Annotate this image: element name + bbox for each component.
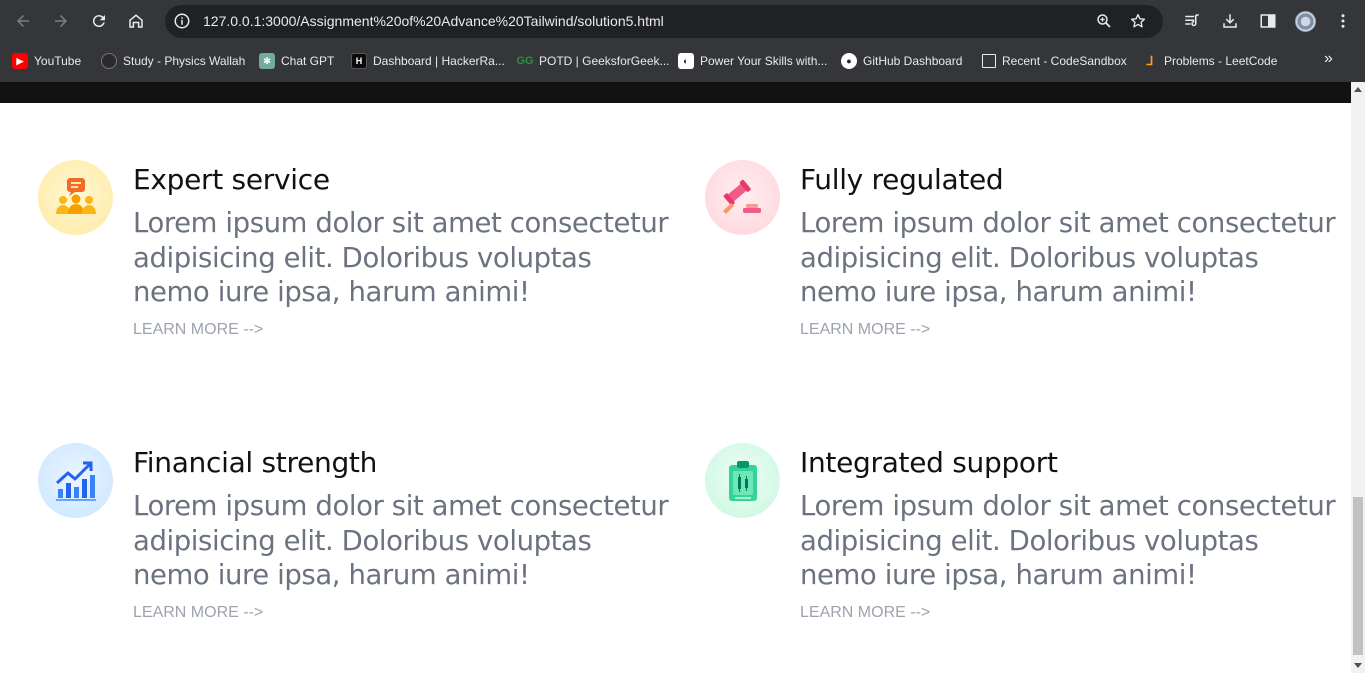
scrollbar-thumb[interactable] bbox=[1353, 497, 1363, 655]
leetcode-icon: ⅃ bbox=[1146, 54, 1154, 68]
scroll-down-arrow-icon[interactable] bbox=[1354, 663, 1362, 668]
download-icon[interactable] bbox=[1221, 12, 1239, 30]
feature-icon-circle bbox=[38, 443, 113, 518]
site-info-icon[interactable] bbox=[173, 12, 191, 30]
clipboard-candles-icon bbox=[728, 460, 757, 501]
reload-button[interactable] bbox=[87, 9, 111, 33]
back-button[interactable] bbox=[11, 9, 35, 33]
bookmark-label: Dashboard | HackerRa... bbox=[373, 54, 505, 68]
codesandbox-icon bbox=[982, 54, 996, 68]
home-button[interactable] bbox=[124, 9, 148, 33]
bookmark-label: Recent - CodeSandbox bbox=[1002, 54, 1127, 68]
feature-title: Fully regulated bbox=[800, 163, 1004, 196]
address-bar[interactable]: 127.0.0.1:3000/Assignment%20of%20Advance… bbox=[165, 5, 1163, 38]
bookmark-label: GitHub Dashboard bbox=[863, 54, 963, 68]
feature-icon-circle bbox=[38, 160, 113, 235]
physics-wallah-icon bbox=[101, 53, 117, 69]
zoom-icon[interactable] bbox=[1095, 12, 1113, 30]
url-text[interactable]: 127.0.0.1:3000/Assignment%20of%20Advance… bbox=[203, 13, 664, 29]
skills-icon: ◐ bbox=[678, 53, 694, 69]
chatgpt-icon: ✻ bbox=[259, 53, 275, 69]
page-top-dark-bar bbox=[0, 82, 1351, 103]
learn-more-link[interactable]: LEARN MORE --> bbox=[133, 321, 263, 339]
bookmark-star-icon[interactable] bbox=[1129, 12, 1147, 30]
arrow-right-icon bbox=[55, 15, 67, 27]
bookmark-label: Problems - LeetCode bbox=[1164, 54, 1278, 68]
youtube-icon: ▶ bbox=[12, 53, 28, 69]
feature-title: Financial strength bbox=[133, 446, 378, 479]
feature-description: Lorem ipsum dolor sit amet consectetur a… bbox=[800, 207, 1336, 308]
profile-avatar[interactable] bbox=[1295, 11, 1316, 32]
bookmark-codesandbox[interactable]: Recent - CodeSandbox bbox=[982, 52, 1127, 70]
arrow-left-icon bbox=[17, 15, 29, 27]
geeksforgeeks-icon: GG bbox=[516, 55, 534, 67]
bookmark-label: Study - Physics Wallah bbox=[123, 54, 246, 68]
bookmark-label: POTD | GeeksforGeek... bbox=[539, 54, 670, 68]
bookmark-hackerrank[interactable]: H Dashboard | HackerRa... bbox=[351, 52, 505, 70]
github-icon: ● bbox=[841, 53, 857, 69]
bookmarks-bar: ▶ YouTube Study - Physics Wallah ✻ Chat … bbox=[0, 46, 1365, 76]
bookmarks-overflow-chevron-icon[interactable]: » bbox=[1324, 50, 1340, 70]
feature-icon-circle bbox=[705, 160, 780, 235]
bookmark-label: YouTube bbox=[34, 54, 82, 68]
page-content: Expert service Lorem ipsum dolor sit ame… bbox=[0, 82, 1351, 673]
reading-list-icon[interactable] bbox=[1183, 12, 1201, 30]
bookmark-geeksforgeeks[interactable]: GG POTD | GeeksforGeek... bbox=[516, 52, 670, 70]
bookmark-label: Power Your Skills with... bbox=[700, 54, 828, 68]
feature-title: Integrated support bbox=[800, 446, 1058, 479]
bookmark-github[interactable]: ● GitHub Dashboard bbox=[841, 52, 962, 70]
learn-more-link[interactable]: LEARN MORE --> bbox=[133, 604, 263, 622]
reload-icon bbox=[92, 15, 105, 28]
page-scrollbar[interactable] bbox=[1351, 82, 1365, 673]
team-chat-icon bbox=[55, 177, 96, 214]
browser-chrome: 127.0.0.1:3000/Assignment%20of%20Advance… bbox=[0, 0, 1365, 82]
bookmark-label: Chat GPT bbox=[281, 54, 335, 68]
bookmark-youtube[interactable]: ▶ YouTube bbox=[12, 52, 81, 70]
bookmark-leetcode[interactable]: ⅃ Problems - LeetCode bbox=[1142, 52, 1278, 70]
feature-description: Lorem ipsum dolor sit amet consectetur a… bbox=[133, 490, 669, 591]
bookmark-chatgpt[interactable]: ✻ Chat GPT bbox=[259, 52, 334, 70]
forward-button[interactable] bbox=[49, 9, 73, 33]
home-icon bbox=[129, 14, 143, 28]
hackerrank-icon: H bbox=[351, 53, 367, 69]
browser-toolbar: 127.0.0.1:3000/Assignment%20of%20Advance… bbox=[0, 0, 1365, 42]
side-panel-icon[interactable] bbox=[1259, 12, 1277, 30]
growth-chart-icon bbox=[55, 461, 96, 501]
feature-icon-circle bbox=[705, 443, 780, 518]
bookmark-skills[interactable]: ◐ Power Your Skills with... bbox=[678, 52, 827, 70]
bookmark-physics-wallah[interactable]: Study - Physics Wallah bbox=[101, 52, 245, 70]
feature-description: Lorem ipsum dolor sit amet consectetur a… bbox=[800, 490, 1336, 591]
feature-title: Expert service bbox=[133, 163, 330, 196]
scroll-up-arrow-icon[interactable] bbox=[1354, 87, 1362, 92]
learn-more-link[interactable]: LEARN MORE --> bbox=[800, 321, 930, 339]
gavel-icon bbox=[722, 179, 761, 214]
learn-more-link[interactable]: LEARN MORE --> bbox=[800, 604, 930, 622]
feature-description: Lorem ipsum dolor sit amet consectetur a… bbox=[133, 207, 669, 308]
menu-icon[interactable] bbox=[1334, 12, 1352, 30]
